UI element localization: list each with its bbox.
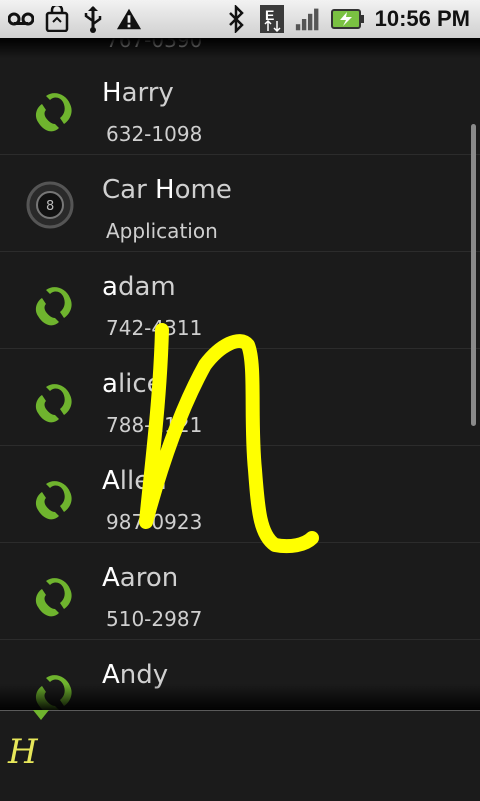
- contact-number: 632-1098: [106, 122, 203, 146]
- voicemail-icon: [8, 4, 34, 34]
- status-bar: E 10:56 PM: [0, 0, 480, 38]
- contact-type: Application: [106, 219, 218, 243]
- scrollbar[interactable]: [471, 124, 476, 426]
- phone-icon: [24, 82, 80, 138]
- signal-icon: [295, 4, 321, 34]
- list-item[interactable]: Allen 987-0923: [0, 446, 480, 543]
- contact-number: 510-2987: [106, 607, 203, 631]
- phone-icon: [24, 276, 80, 332]
- list-bottom-fade: [0, 684, 480, 712]
- status-right-icons: E 10:56 PM: [223, 4, 470, 34]
- car-home-icon: 8: [24, 179, 80, 235]
- contact-name: Allen: [102, 466, 167, 496]
- warning-icon: [116, 4, 142, 34]
- shopping-bag-icon: [44, 4, 70, 34]
- list-item[interactable]: Harry 632-1098: [0, 58, 480, 155]
- list-top-fade: [0, 38, 480, 58]
- status-left-icons: [8, 4, 142, 34]
- contact-name: Harry: [102, 78, 174, 108]
- status-time: 10:56 PM: [374, 6, 470, 31]
- list-item[interactable]: 8 Car Home Application: [0, 155, 480, 252]
- contact-name: alice: [102, 369, 163, 399]
- contact-number: 788-1121: [106, 413, 203, 437]
- list-item[interactable]: adam 742-4311: [0, 252, 480, 349]
- contact-number: 742-4311: [106, 316, 203, 340]
- recognized-character: H: [8, 732, 38, 772]
- battery-charging-icon: [330, 4, 365, 34]
- contact-number: 987-0923: [106, 510, 203, 534]
- contact-name: adam: [102, 272, 176, 302]
- list-item[interactable]: Aaron 510-2987: [0, 543, 480, 640]
- list-item[interactable]: alice 788-1121: [0, 349, 480, 446]
- usb-icon: [80, 4, 106, 34]
- bluetooth-icon: [223, 4, 249, 34]
- phone-icon: [24, 470, 80, 526]
- triangle-pointer-icon: [33, 710, 49, 720]
- svg-text:E: E: [265, 7, 274, 23]
- phone-icon: [24, 373, 80, 429]
- contact-name: Aaron: [102, 563, 179, 593]
- phone-icon: [24, 567, 80, 623]
- contact-list[interactable]: 767-0390 Harry 632-1098 8 Car Home Appli…: [0, 38, 480, 710]
- handwriting-input-area[interactable]: [0, 710, 480, 801]
- svg-text:8: 8: [46, 199, 54, 214]
- edge-data-icon: E: [259, 4, 285, 34]
- contact-name: Car Home: [102, 175, 232, 205]
